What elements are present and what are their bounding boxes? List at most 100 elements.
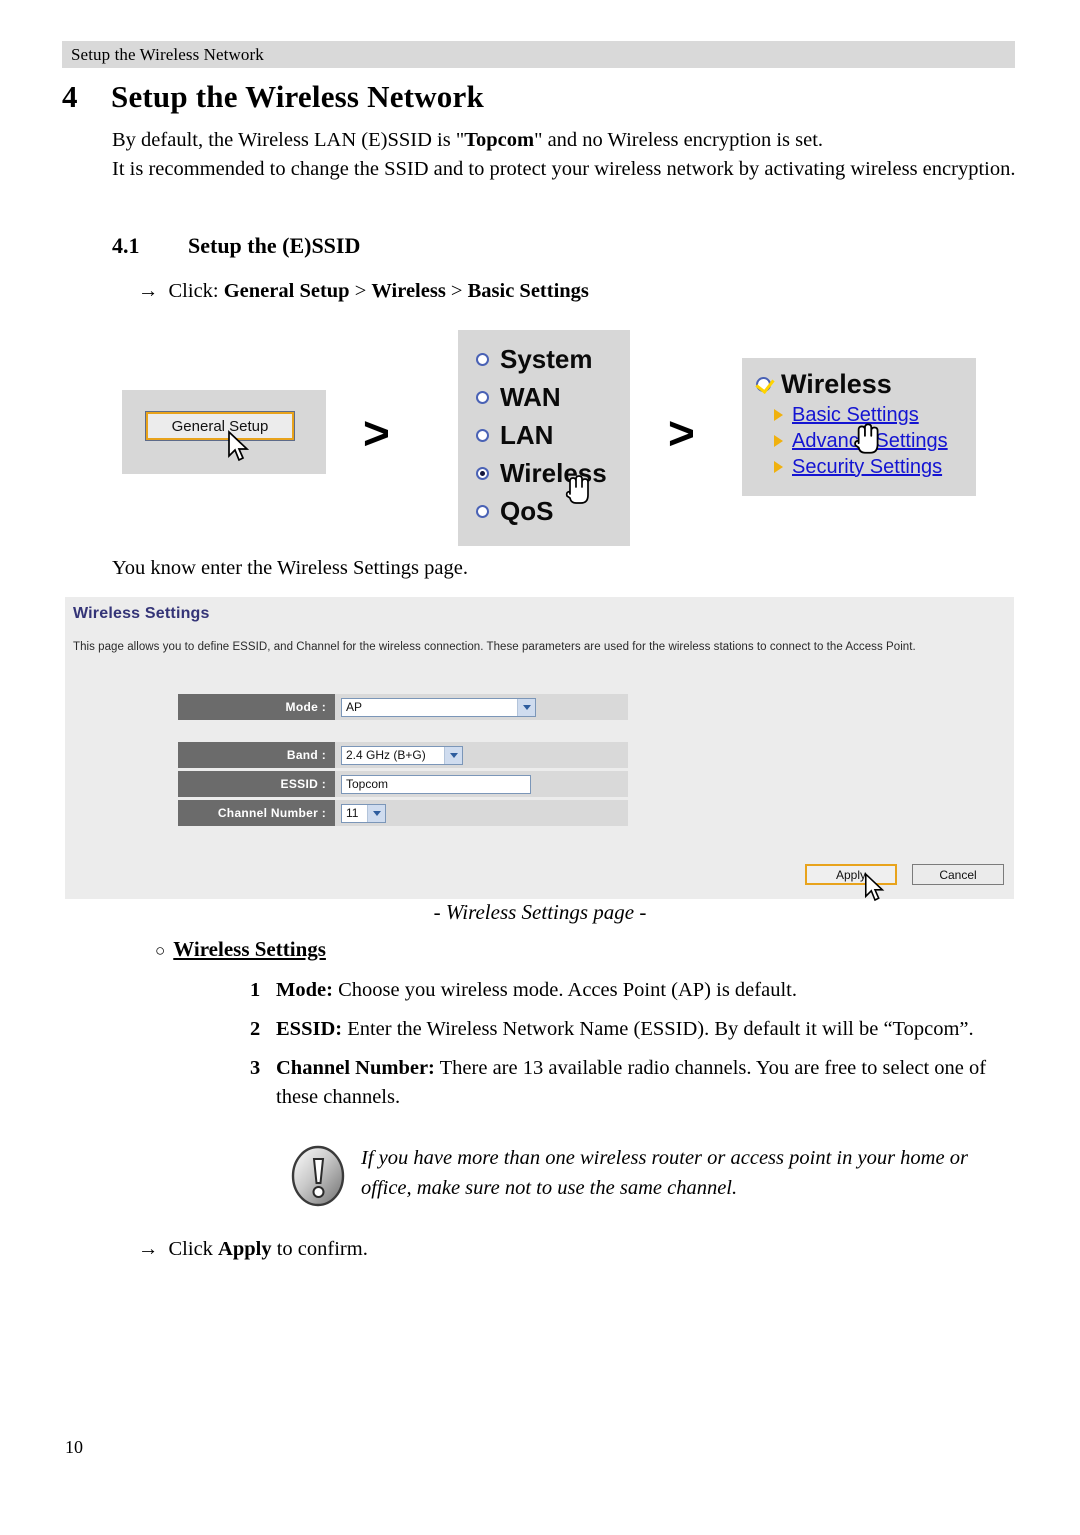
form-row-band: Band : 2.4 GHz (B+G) [178,742,628,768]
menu-link-advance-settings[interactable]: Advance Settings [742,428,976,454]
running-header: Setup the Wireless Network [62,41,1015,68]
page-number: 10 [65,1437,83,1457]
intro-line1-c: " and no Wireless encryption is set. [534,129,824,151]
band-field-cell: 2.4 GHz (B+G) [335,742,628,768]
final-prefix: Click [168,1238,219,1260]
list-item: 3 Channel Number: There are 13 available… [250,1054,1020,1112]
click-prefix: Click: [168,280,219,302]
triangle-bullet-icon [774,435,783,447]
note-text: If you have more than one wireless route… [361,1147,968,1199]
chevron-separator-2: > [668,407,695,459]
bullet-heading: ○ Wireless Settings [155,937,326,962]
channel-number-select[interactable]: 11 [341,803,386,823]
form-row-mode: Mode : AP [178,694,628,720]
wireless-submenu-panel: Wireless Basic Settings Advance Settings… [742,358,976,496]
running-header-text: Setup the Wireless Network [71,44,264,64]
essid-label: ESSID : [178,771,335,797]
band-select-value: 2.4 GHz (B+G) [346,748,426,762]
menu-link-label: Basic Settings [792,403,919,426]
radio-icon [476,352,489,366]
menu-link-label: Advance Settings [792,429,948,452]
mode-field-cell: AP [335,694,628,720]
radio-icon [476,428,489,442]
triangle-bullet-icon [774,409,783,421]
menu-link-basic-settings[interactable]: Basic Settings [742,402,976,428]
radio-item-system[interactable]: System [458,340,630,378]
list-item-term: ESSID: [276,1018,343,1040]
final-suffix: to confirm. [271,1238,368,1260]
list-item-body: ESSID: Enter the Wireless Network Name (… [276,1015,974,1044]
chevron-down-icon[interactable] [517,698,535,716]
click-instruction: → Click: General Setup > Wireless > Basic… [138,280,589,303]
numbered-list: 1 Mode: Choose you wireless mode. Acces … [250,976,1020,1122]
wireless-settings-form: Mode : AP Band : 2.4 GHz (B+G) ESSID : T… [178,694,628,829]
section-title: Setup the (E)SSID [188,233,361,258]
mode-select-value: AP [346,700,363,714]
mode-select[interactable]: AP [341,697,536,717]
channel-number-field-cell: 11 [335,800,628,826]
form-spacer [178,723,628,742]
general-setup-panel: General Setup [122,390,326,474]
chevron-down-icon[interactable] [367,804,385,822]
list-item-text: Enter the Wireless Network Name (ESSID).… [342,1018,974,1040]
intro-ssid-name: Topcom [464,129,535,151]
chapter-title: Setup the Wireless Network [111,79,484,114]
intro-line2: It is recommended to change the SSID and… [112,158,1016,180]
chevron-separator-1: > [363,407,390,459]
exclamation-icon [290,1145,346,1207]
list-item-term: Channel Number: [276,1057,435,1079]
final-bold: Apply [218,1238,272,1260]
radio-icon [476,390,489,404]
click-step-1: General Setup [223,280,350,302]
wireless-settings-screenshot: Wireless Settings This page allows you t… [65,597,1014,902]
triangle-bullet-icon [774,461,783,473]
cancel-button[interactable]: Cancel [912,864,1004,885]
radio-icon-selected [476,466,489,480]
chapter-number: 4 [62,79,78,114]
list-item-number: 1 [250,979,261,1001]
wireless-menu-title-label: Wireless [781,368,892,399]
menu-link-security-settings[interactable]: Security Settings [742,454,976,480]
wireless-settings-title: Wireless Settings [73,605,210,622]
list-item-number: 2 [250,1018,261,1040]
arrow-icon: → [138,1238,159,1260]
click-step-3: Basic Settings [467,280,589,302]
mode-label: Mode : [178,694,335,720]
list-item-body: Channel Number: There are 13 available r… [276,1054,1020,1112]
radio-item-wireless[interactable]: Wireless [458,454,630,492]
final-instruction: → Click Apply to confirm. [138,1238,368,1261]
navigation-diagram: General Setup > System WAN LAN Wireless … [118,330,1018,546]
radio-item-qos[interactable]: QoS [458,492,630,530]
list-item: 2 ESSID: Enter the Wireless Network Name… [250,1015,1020,1044]
menu-link-label: Security Settings [792,455,943,478]
figure-caption: - Wireless Settings page - [433,900,647,924]
channel-number-select-value: 11 [346,806,359,820]
section-number: 4.1 [112,233,140,258]
arrow-icon: → [138,280,159,302]
radio-item-lan[interactable]: LAN [458,416,630,454]
click-sep-1: > [354,280,367,302]
form-row-essid: ESSID : Topcom [178,771,628,797]
apply-button[interactable]: Apply [805,864,897,885]
radio-item-wan[interactable]: WAN [458,378,630,416]
click-sep-2: > [450,280,463,302]
wireless-menu-title: Wireless [742,366,976,402]
intro-paragraph: By default, the Wireless LAN (E)SSID is … [112,126,1017,184]
general-setup-button[interactable]: General Setup [146,412,294,440]
intro-line1-a: By default, the Wireless LAN (E)SSID is … [112,129,465,151]
list-item-term: Mode: [276,979,333,1001]
chevron-down-icon[interactable] [444,746,462,764]
radio-label: WAN [500,381,561,412]
post-diagram-sentence: You know enter the Wireless Settings pag… [112,557,468,579]
radio-label: Wireless [500,457,607,488]
radio-label: QoS [500,495,554,526]
list-item-number: 3 [250,1057,261,1079]
list-item-body: Mode: Choose you wireless mode. Acces Po… [276,976,797,1005]
check-radio-icon [756,376,771,392]
band-select[interactable]: 2.4 GHz (B+G) [341,745,463,765]
list-item: 1 Mode: Choose you wireless mode. Acces … [250,976,1020,1005]
section-heading: 4.1 Setup the (E)SSID [112,233,360,259]
essid-input[interactable]: Topcom [341,774,531,794]
channel-number-label: Channel Number : [178,800,335,826]
radio-label: System [500,343,593,374]
